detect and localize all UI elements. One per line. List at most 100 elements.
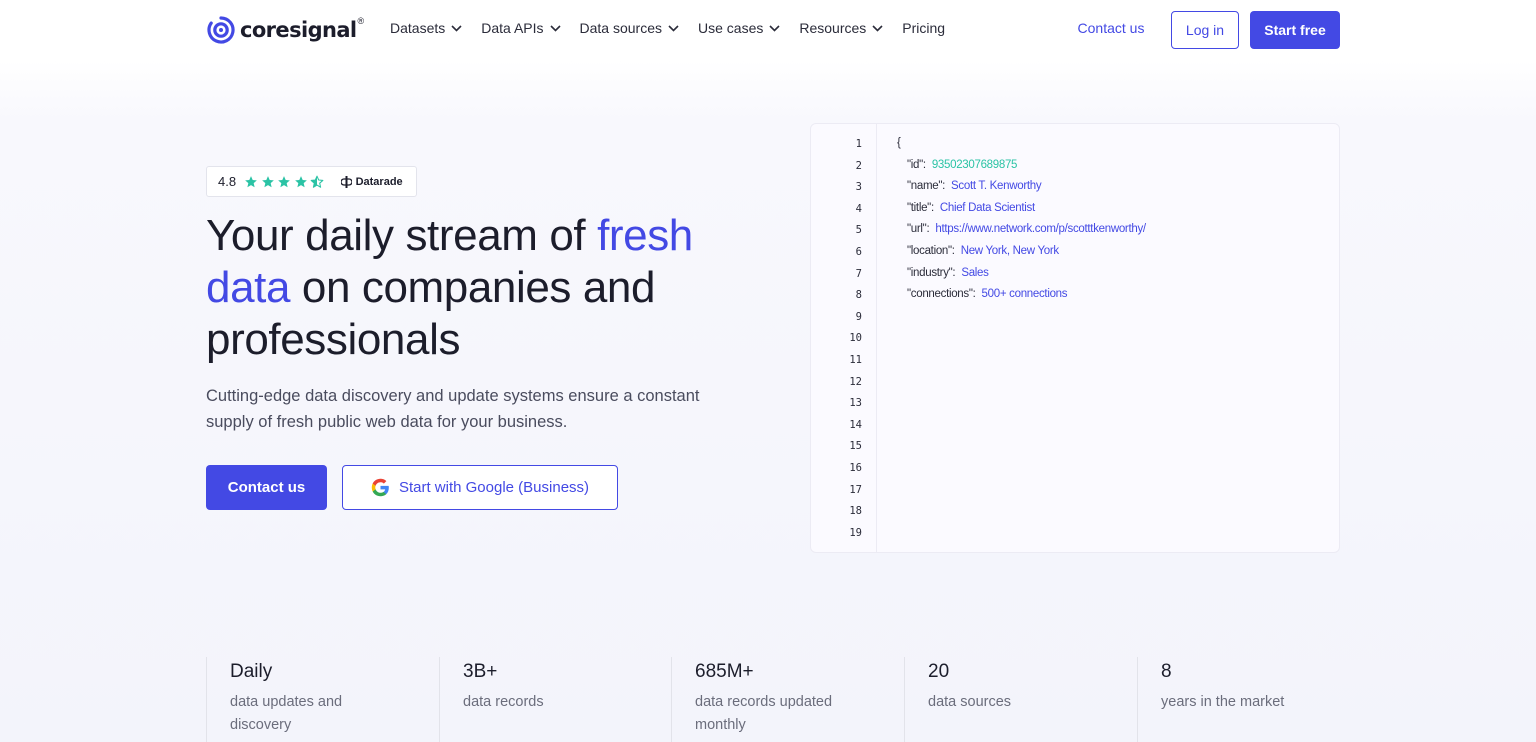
json-key: "title": bbox=[907, 201, 934, 214]
line-number: 3 bbox=[855, 181, 862, 194]
hero-contact-button[interactable]: Contact us bbox=[206, 465, 327, 510]
code-line-title: "title": Chief Data Scientist bbox=[907, 202, 1035, 214]
menu-item-label: Datasets bbox=[390, 20, 446, 36]
stat-label: years in the market bbox=[1161, 694, 1285, 710]
line-number: 18 bbox=[849, 505, 862, 518]
rating-score: 4.8 bbox=[218, 174, 237, 189]
stat-value: 20 bbox=[928, 661, 950, 682]
stat-label: data records bbox=[463, 694, 544, 710]
line-number: 11 bbox=[849, 354, 862, 366]
star-icon bbox=[261, 175, 274, 187]
stat-label: data sources bbox=[928, 694, 1012, 710]
datarade-icon bbox=[340, 175, 352, 188]
stat-value: Daily bbox=[230, 661, 273, 682]
json-value: New York, New York bbox=[960, 245, 1059, 257]
menu-item-label: Resources bbox=[799, 20, 867, 36]
menu-item-use-cases[interactable]: Use cases bbox=[698, 20, 780, 36]
datarade-label: Datarade bbox=[355, 175, 403, 188]
hero-subtitle: Cutting-edge data discovery and update s… bbox=[206, 387, 700, 431]
google-button-label: Start with Google (Business) bbox=[398, 479, 590, 496]
stat-sources: 20 data sources bbox=[904, 657, 1136, 742]
star-icon bbox=[294, 175, 307, 187]
star-icon bbox=[245, 175, 257, 187]
start-with-google-button[interactable]: Start with Google (Business) bbox=[342, 465, 618, 510]
line-number: 16 bbox=[849, 462, 862, 474]
menu-item-label: Use cases bbox=[698, 20, 764, 36]
rating-stars bbox=[244, 175, 327, 189]
json-key: "url": bbox=[907, 223, 930, 236]
nav-contact-link[interactable]: Contact us bbox=[1063, 20, 1159, 36]
line-number: 7 bbox=[855, 267, 862, 280]
star-icon bbox=[278, 175, 290, 187]
code-line-url: "url": https://www.network.com/p/scotttke… bbox=[907, 223, 1146, 235]
half-star-icon bbox=[310, 175, 324, 188]
line-number: 10 bbox=[849, 332, 862, 345]
line-number: 15 bbox=[849, 440, 862, 453]
code-line: { bbox=[897, 137, 901, 149]
chevron-down-icon bbox=[769, 24, 780, 32]
line-number: 8 bbox=[855, 289, 862, 302]
logo-wordmark: coresignal bbox=[240, 18, 357, 42]
stat-daily: Daily data updates and discovery bbox=[206, 657, 438, 742]
stat-value: 8 bbox=[1161, 661, 1172, 682]
menu-item-label: Pricing bbox=[902, 20, 946, 36]
json-value: Sales bbox=[961, 266, 989, 279]
datarade-logo: Datarade bbox=[340, 175, 403, 188]
menu-item-data-apis[interactable]: Data APIs bbox=[481, 20, 561, 36]
menu-item-label: Data APIs bbox=[481, 20, 544, 36]
code-line-industry: "industry": Sales bbox=[907, 267, 989, 279]
line-number: 12 bbox=[849, 375, 862, 388]
code-line-name: "name": Scott T. Kenworthy bbox=[907, 180, 1042, 193]
chevron-down-icon bbox=[451, 24, 462, 32]
chevron-down-icon bbox=[549, 24, 561, 32]
menu-item-data-sources[interactable]: Data sources bbox=[580, 20, 679, 36]
json-key: "name": bbox=[907, 180, 946, 193]
code-line-id: "id": 93502307689875 bbox=[907, 159, 1017, 171]
google-icon bbox=[371, 478, 389, 497]
json-key: "location": bbox=[907, 245, 955, 257]
stat-value: 685M+ bbox=[695, 661, 754, 682]
menu-item-label: Data sources bbox=[579, 20, 662, 36]
stat-records: 3B+ data records bbox=[439, 657, 671, 742]
coresignal-logo[interactable]: coresignal ® bbox=[206, 14, 364, 46]
json-value: https://www.network.com/p/scotttkenworth… bbox=[935, 223, 1146, 236]
registered-mark: ® bbox=[357, 16, 365, 26]
code-line-location: "location": New York, New York bbox=[907, 245, 1059, 257]
hero-title-part1: Your daily stream of bbox=[206, 211, 598, 260]
line-number: 2 bbox=[855, 159, 862, 172]
rating-badge[interactable]: 4.8 Datarade bbox=[206, 166, 417, 197]
json-value: Chief Data Scientist bbox=[939, 201, 1035, 214]
open-brace: { bbox=[897, 137, 901, 149]
top-navigation: coresignal ® Datasets Data APIs Data sour… bbox=[0, 0, 1536, 60]
stat-label: data updates and discovery bbox=[230, 694, 343, 733]
line-number: 19 bbox=[849, 526, 862, 539]
json-code-preview: 1 2 3 4 5 6 7 8 9 10 11 12 13 14 15 16 1… bbox=[810, 123, 1340, 553]
code-line-connections: "connections": 500+ connections bbox=[907, 288, 1068, 301]
json-key: "industry": bbox=[907, 266, 956, 279]
line-number: 14 bbox=[849, 418, 862, 431]
line-number: 1 bbox=[855, 138, 862, 150]
hero-title: Your daily stream of fresh data on compa… bbox=[206, 210, 766, 366]
json-key: "id": bbox=[907, 158, 926, 171]
line-number: 17 bbox=[849, 483, 862, 496]
stat-value: 3B+ bbox=[463, 661, 498, 682]
menu-item-resources[interactable]: Resources bbox=[799, 20, 883, 36]
main-menu: Datasets Data APIs Data sources Use case… bbox=[390, 20, 964, 36]
json-value: 93502307689875 bbox=[931, 158, 1018, 171]
chevron-down-icon bbox=[872, 24, 883, 32]
stat-label: data records updated monthly bbox=[695, 694, 833, 733]
stat-updated-monthly: 685M+ data records updated monthly bbox=[671, 657, 903, 742]
json-key: "connections": bbox=[907, 288, 976, 301]
line-number: 9 bbox=[855, 310, 862, 323]
line-number: 6 bbox=[855, 246, 862, 258]
start-free-button[interactable]: Start free bbox=[1250, 11, 1340, 49]
login-button[interactable]: Log in bbox=[1171, 11, 1239, 49]
line-number: 5 bbox=[855, 224, 862, 237]
json-value: 500+ connections bbox=[981, 288, 1068, 301]
menu-item-pricing[interactable]: Pricing bbox=[902, 20, 945, 36]
line-number: 4 bbox=[855, 202, 862, 215]
stat-years: 8 years in the market bbox=[1137, 657, 1369, 742]
line-number: 13 bbox=[849, 397, 862, 410]
json-value: Scott T. Kenworthy bbox=[951, 180, 1042, 193]
menu-item-datasets[interactable]: Datasets bbox=[390, 20, 462, 36]
